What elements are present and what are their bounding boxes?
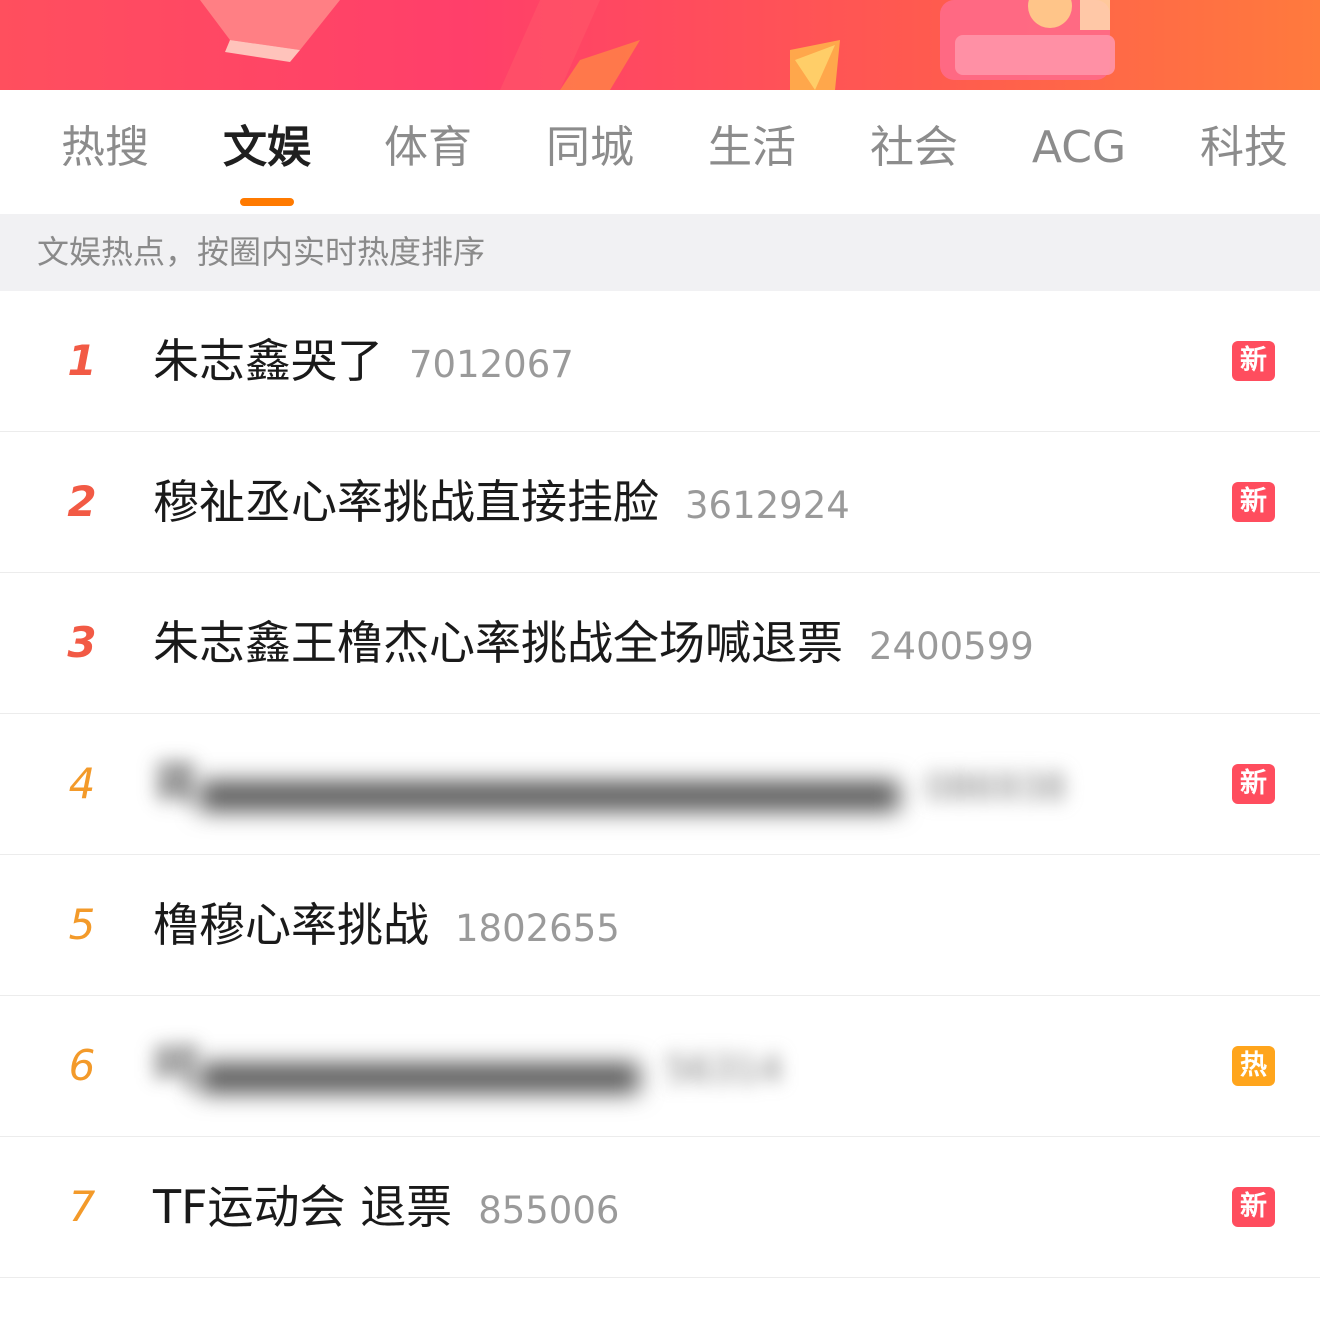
redacted-blur xyxy=(199,1062,639,1093)
rank-number: 4 xyxy=(68,759,96,808)
rank-number: 2 xyxy=(67,477,97,526)
trending-list: 1 朱志鑫哭了 7012067 新 2 穆祉丞心率挑战直接挂脸 3612924 新 … xyxy=(0,291,1320,1278)
tab-entertainment[interactable]: 文娱 xyxy=(223,118,311,178)
list-item[interactable]: 7 TF运动会 退票 855006 新 xyxy=(0,1137,1320,1278)
list-item[interactable]: 1 朱志鑫哭了 7012067 新 xyxy=(0,291,1320,432)
subtitle-text: 文娱热点，按圈内实时热度排序 xyxy=(37,233,486,271)
heat-value: 2400599 xyxy=(869,625,1034,668)
category-tabs: 热搜 文娱 体育 同城 生活 社会 ACG 科技 xyxy=(0,90,1320,214)
heat-value: 56314 xyxy=(665,1048,783,1091)
tab-life[interactable]: 生活 xyxy=(708,118,796,178)
tab-hot-search[interactable]: 热搜 xyxy=(61,118,149,178)
list-item[interactable]: 2 穆祉丞心率挑战直接挂脸 3612924 新 xyxy=(0,432,1320,573)
new-badge: 新 xyxy=(1232,341,1275,381)
rank-number: 1 xyxy=(67,336,97,385)
topic-line: 朱志鑫哭了 7012067 xyxy=(153,291,574,431)
active-tab-indicator xyxy=(240,198,294,206)
tab-local[interactable]: 同城 xyxy=(546,118,634,178)
topic-title[interactable]: 朱志鑫王橹杰心率挑战全场喊退票 xyxy=(153,616,843,670)
new-badge: 新 xyxy=(1232,1187,1275,1227)
topic-line: 橹穆心率挑战 1802655 xyxy=(153,855,620,995)
heat-value: 7012067 xyxy=(409,343,574,386)
new-badge: 新 xyxy=(1232,764,1275,804)
tab-sports[interactable]: 体育 xyxy=(384,118,472,178)
list-item[interactable]: 6 呵 56314 热 xyxy=(0,996,1320,1137)
redacted-blur xyxy=(199,780,899,811)
list-item[interactable]: 5 橹穆心率挑战 1802655 xyxy=(0,855,1320,996)
promo-banner xyxy=(0,0,1320,90)
topic-title-redacted[interactable]: 呵 xyxy=(153,1039,199,1093)
heat-value: 3612924 xyxy=(685,484,850,527)
list-item[interactable]: 3 朱志鑫王橹杰心率挑战全场喊退票 2400599 xyxy=(0,573,1320,714)
hot-badge: 热 xyxy=(1232,1046,1275,1086)
rank-number: 7 xyxy=(68,1182,96,1231)
topic-title-redacted[interactable]: 蒋 xyxy=(153,757,199,811)
topic-title[interactable]: 穆祉丞心率挑战直接挂脸 xyxy=(153,475,659,529)
heat-value: 855006 xyxy=(478,1189,620,1232)
rank-number: 3 xyxy=(67,618,97,667)
topic-line: 蒋 086938 xyxy=(153,714,1066,854)
rank-number: 5 xyxy=(68,900,96,949)
topic-line: 穆祉丞心率挑战直接挂脸 3612924 xyxy=(153,432,850,572)
heat-value: 1802655 xyxy=(455,907,620,950)
tab-acg[interactable]: ACG xyxy=(1032,118,1126,178)
subtitle-bar: 文娱热点，按圈内实时热度排序 xyxy=(0,214,1320,291)
topic-title[interactable]: TF运动会 退票 xyxy=(153,1180,452,1234)
topic-title[interactable]: 朱志鑫哭了 xyxy=(153,334,383,388)
list-item[interactable]: 4 蒋 086938 新 xyxy=(0,714,1320,855)
new-badge: 新 xyxy=(1232,482,1275,522)
topic-title[interactable]: 橹穆心率挑战 xyxy=(153,898,429,952)
topic-line: 朱志鑫王橹杰心率挑战全场喊退票 2400599 xyxy=(153,573,1034,713)
banner-illustration xyxy=(200,0,1115,90)
topic-line: TF运动会 退票 855006 xyxy=(153,1137,619,1277)
heat-value: 086938 xyxy=(925,766,1067,809)
tab-society[interactable]: 社会 xyxy=(870,118,958,178)
rank-number: 6 xyxy=(68,1041,96,1090)
topic-line: 呵 56314 xyxy=(153,996,783,1136)
tab-tech[interactable]: 科技 xyxy=(1200,118,1288,178)
